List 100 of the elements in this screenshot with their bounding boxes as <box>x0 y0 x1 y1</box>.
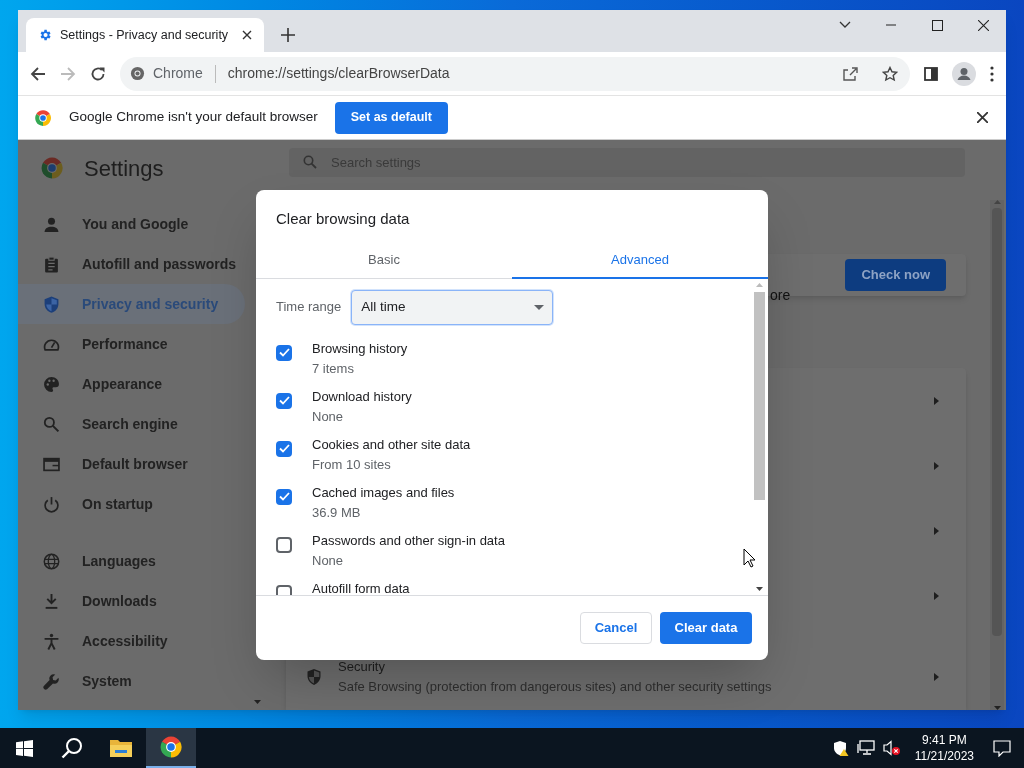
checkbox[interactable] <box>276 440 292 457</box>
item-detail: 36.9 MB <box>312 504 362 521</box>
site-label: Chrome <box>153 64 203 83</box>
chrome-logo-icon <box>159 735 183 759</box>
shield-warning-icon[interactable] <box>832 740 849 756</box>
browser-window-icon <box>43 455 60 473</box>
sidebar-item[interactable]: Search engine <box>18 404 245 444</box>
address-bar[interactable]: Chrome chrome://settings/clearBrowserData <box>120 56 910 91</box>
checkbox[interactable] <box>276 392 292 409</box>
browser-tab[interactable]: Settings - Privacy and security <box>26 18 264 52</box>
chrome-logo-icon <box>40 156 64 180</box>
folder-icon[interactable] <box>109 738 133 758</box>
chrome-logo-icon <box>34 108 52 127</box>
item-detail: None <box>312 552 345 569</box>
reload-icon[interactable] <box>90 65 106 82</box>
item-detail: 7 items <box>312 360 355 377</box>
sidebar-item[interactable]: Appearance <box>18 364 245 404</box>
sidebar-item[interactable]: Downloads <box>18 581 245 621</box>
mouse-cursor-icon <box>743 548 756 568</box>
sidebar-item[interactable]: Privacy and security <box>18 284 245 324</box>
new-tab-icon[interactable] <box>281 28 295 42</box>
shield-icon <box>43 295 60 313</box>
chrome-logo-icon <box>130 66 145 81</box>
notification-icon[interactable] <box>993 739 1011 757</box>
item-label: Browsing history <box>312 340 408 357</box>
download-icon <box>43 592 60 610</box>
close-icon[interactable] <box>242 30 252 40</box>
page-scrollbar[interactable] <box>990 200 1004 710</box>
item-label: Download history <box>312 388 412 405</box>
url-text: chrome://settings/clearBrowserData <box>227 64 451 83</box>
more-menu-icon[interactable] <box>990 65 994 82</box>
search-icon <box>43 415 60 433</box>
star-icon[interactable] <box>882 65 898 82</box>
security-title: Security <box>338 658 386 676</box>
checkbox[interactable] <box>276 344 292 361</box>
chevron-down-icon[interactable] <box>839 21 851 29</box>
scroll-down-icon <box>254 700 261 704</box>
scrollbar-thumb[interactable] <box>753 291 765 500</box>
close-icon[interactable] <box>977 112 988 123</box>
sidebar-item[interactable]: Default browser <box>18 444 245 484</box>
check-now-button[interactable]: Check now <box>845 259 946 291</box>
wrench-icon <box>43 672 60 690</box>
tab-title: Settings - Privacy and security <box>60 26 230 44</box>
back-arrow-icon[interactable] <box>30 65 46 82</box>
palette-icon <box>43 375 60 393</box>
checkbox[interactable] <box>276 536 292 553</box>
network-icon[interactable] <box>856 740 875 756</box>
clear-data-button[interactable]: Clear data <box>660 612 752 644</box>
sidebar-item[interactable]: Accessibility <box>18 621 245 661</box>
scroll-up-icon <box>755 282 763 287</box>
item-label: Passwords and other sign-in data <box>312 532 505 549</box>
sidebar-item[interactable]: On startup <box>18 484 245 524</box>
sidebar-item[interactable]: Languages <box>18 541 245 581</box>
search-icon <box>303 155 317 170</box>
power-icon <box>43 495 60 513</box>
clipboard-icon <box>43 255 60 273</box>
search-icon[interactable] <box>61 737 83 759</box>
maximize-icon[interactable] <box>931 19 943 31</box>
scroll-up-icon <box>993 200 1001 204</box>
clock-date[interactable]: 11/21/2023 <box>914 748 974 764</box>
dialog-tab[interactable]: Basic <box>256 243 512 279</box>
chevron-right-icon[interactable] <box>934 462 939 470</box>
item-label: Autofill form data <box>312 580 410 595</box>
checkbox[interactable] <box>276 488 292 505</box>
chevron-right-icon[interactable] <box>934 397 939 405</box>
item-label: Cookies and other site data <box>312 436 471 453</box>
sidebar-item[interactable]: Performance <box>18 324 245 364</box>
volume-muted-icon[interactable] <box>882 740 901 756</box>
cancel-button[interactable]: Cancel <box>580 612 652 644</box>
side-panel-icon[interactable] <box>924 66 938 81</box>
scroll-down-icon <box>755 587 763 591</box>
sidebar-item[interactable]: Autofill and passwords <box>18 244 245 284</box>
scroll-down-icon <box>993 706 1001 710</box>
chevron-right-icon[interactable] <box>934 527 939 535</box>
profile-avatar-icon[interactable] <box>952 61 976 86</box>
dialog-tab[interactable]: Advanced <box>512 243 768 279</box>
windows-start-icon[interactable] <box>15 739 33 757</box>
share-icon[interactable] <box>842 65 858 82</box>
set-as-default-button[interactable]: Set as default <box>334 101 448 134</box>
time-range-dropdown[interactable]: All time <box>351 289 554 325</box>
gear-icon <box>38 28 52 42</box>
taskbar-chrome-button[interactable] <box>146 728 196 768</box>
close-icon[interactable] <box>977 19 989 31</box>
sidebar-item[interactable]: You and Google <box>18 204 245 244</box>
person-icon <box>43 215 60 233</box>
item-label: Cached images and files <box>312 484 455 501</box>
chevron-right-icon[interactable] <box>934 592 939 600</box>
security-description: Safe Browsing (protection from dangerous sites) and other security settings <box>338 677 773 696</box>
globe-icon <box>43 552 60 570</box>
sidebar-item[interactable]: System <box>18 661 245 701</box>
shield-icon <box>306 667 322 686</box>
safety-check-text: ore <box>770 286 791 305</box>
chevron-right-icon[interactable] <box>934 672 939 681</box>
infobar-message: Google Chrome isn't your default browser <box>69 108 318 127</box>
settings-title: Settings <box>84 154 164 183</box>
dialog-title: Clear browsing data <box>276 209 411 229</box>
item-detail: From 10 sites <box>312 456 392 473</box>
clock-time[interactable]: 9:41 PM <box>922 732 967 748</box>
caret-icon <box>534 304 545 310</box>
item-detail: None <box>312 408 345 425</box>
